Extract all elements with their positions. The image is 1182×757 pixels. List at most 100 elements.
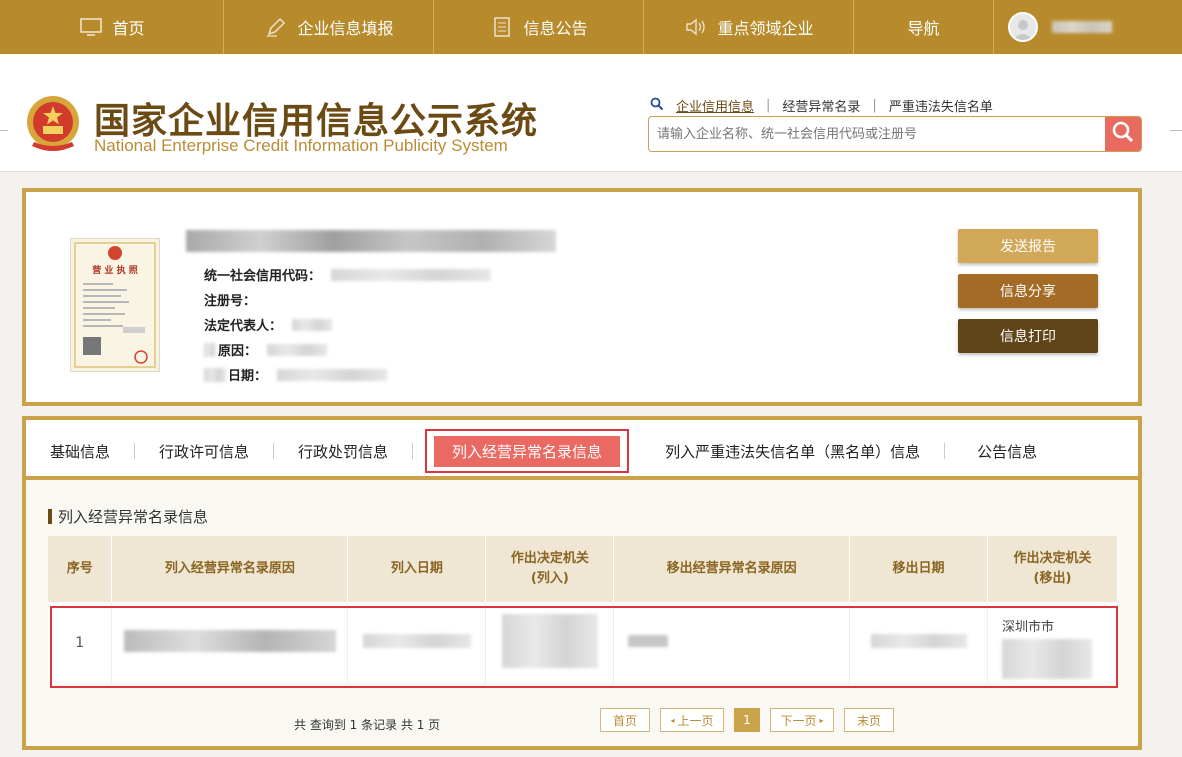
nav-label: 首页 bbox=[112, 19, 145, 38]
field-label: 法定代表人： bbox=[204, 319, 283, 334]
chevron-left-icon: ◂ bbox=[670, 715, 675, 725]
top-nav: 首页 企业信息填报 信息公告 重点领域企业 导航 bbox=[0, 0, 1182, 54]
cell-remove-reason bbox=[613, 602, 851, 684]
send-report-button[interactable]: 发送报告 bbox=[958, 229, 1098, 263]
tab-admin-penalty[interactable]: 行政处罚信息 bbox=[274, 436, 412, 466]
print-button[interactable]: 信息打印 bbox=[958, 319, 1098, 353]
cell-add-authority bbox=[485, 602, 615, 684]
title-bar bbox=[48, 509, 52, 524]
nav-user[interactable] bbox=[994, 0, 1182, 54]
search-link-credit-info[interactable]: 企业信用信息 bbox=[676, 96, 754, 115]
speaker-icon bbox=[683, 16, 709, 38]
field-label: 原因： bbox=[218, 344, 258, 359]
share-button[interactable]: 信息分享 bbox=[958, 274, 1098, 308]
next-label: 下一页 bbox=[780, 713, 817, 728]
redacted-value bbox=[204, 367, 226, 382]
company-card: 营 业 执 照 统一社会信用代码： 注册号： 法定代表人： 原因： 日期： 发送… bbox=[22, 188, 1142, 406]
tab-abnormal-list[interactable]: 列入经营异常名录信息 bbox=[425, 429, 630, 473]
prev-page-button[interactable]: ◂ 上一页 bbox=[660, 708, 724, 732]
divider bbox=[412, 443, 414, 459]
divider bbox=[0, 130, 8, 131]
tab-blacklist[interactable]: 列入严重违法失信名单（黑名单）信息 bbox=[641, 436, 944, 466]
col-add-reason: 列入经营异常名录原因 bbox=[111, 536, 349, 602]
nav-label: 重点领域企业 bbox=[717, 19, 814, 38]
field-label: 注册号： bbox=[204, 294, 257, 309]
detail-panel: 基础信息 行政许可信息 行政处罚信息 列入经营异常名录信息 列入严重违法失信名单… bbox=[22, 416, 1142, 750]
pagination-summary: 共 查询到 1 条记录 共 1 页 bbox=[294, 718, 441, 732]
company-name-redacted bbox=[186, 230, 556, 256]
pen-icon bbox=[263, 16, 289, 38]
document-icon bbox=[489, 16, 515, 38]
nav-item-key-sectors[interactable]: 重点领域企业 bbox=[644, 0, 854, 54]
nav-label: 企业信息填报 bbox=[297, 19, 394, 38]
nav-item-home[interactable]: 首页 bbox=[0, 0, 224, 54]
date-row: 日期： bbox=[204, 365, 388, 384]
tab-basic-info[interactable]: 基础信息 bbox=[26, 436, 134, 466]
business-license-image[interactable]: 营 业 执 照 bbox=[70, 238, 160, 372]
search-button[interactable] bbox=[1105, 117, 1141, 151]
legal-rep-row: 法定代表人： bbox=[204, 315, 333, 334]
tab-label: 列入经营异常名录信息 bbox=[434, 435, 621, 467]
col-remove-reason: 移出经营异常名录原因 bbox=[613, 536, 851, 602]
cell-index: 1 bbox=[48, 602, 113, 684]
pagination: 首页 ◂ 上一页 1 下一页 ▸ 末页 bbox=[600, 708, 894, 732]
first-page-button[interactable]: 首页 bbox=[600, 708, 650, 732]
site-header: 国家企业信用信息公示系统 National Enterprise Credit … bbox=[0, 54, 1182, 172]
col-add-authority: 作出决定机关 (列入) bbox=[485, 536, 615, 602]
search-box bbox=[648, 116, 1142, 152]
user-avatar-icon[interactable] bbox=[1008, 12, 1038, 42]
field-label: 日期： bbox=[228, 369, 268, 384]
col-index: 序号 bbox=[48, 536, 113, 602]
redacted-value bbox=[204, 342, 216, 357]
page-1-button[interactable]: 1 bbox=[734, 708, 760, 732]
cell-add-date bbox=[347, 602, 487, 684]
separator: | bbox=[872, 98, 877, 113]
search-link-blacklist[interactable]: 严重违法失信名单 bbox=[889, 96, 993, 115]
last-page-button[interactable]: 末页 bbox=[844, 708, 894, 732]
tab-admin-license[interactable]: 行政许可信息 bbox=[135, 436, 273, 466]
search-icon bbox=[1111, 120, 1135, 148]
cell-remove-authority: 深圳市市 bbox=[987, 602, 1119, 684]
reason-row: 原因： bbox=[204, 340, 328, 359]
col-remove-date: 移出日期 bbox=[849, 536, 988, 602]
redacted-value bbox=[292, 318, 333, 331]
tab-announcements[interactable]: 公告信息 bbox=[945, 436, 1061, 466]
authority-text: 深圳市市 bbox=[1001, 620, 1054, 635]
table-header-row: 序号 列入经营异常名录原因 列入日期 作出决定机关 (列入) 移出经营异常名录原… bbox=[48, 536, 1119, 602]
nav-label: 导航 bbox=[907, 19, 940, 38]
national-emblem-icon bbox=[24, 92, 82, 156]
redacted-value bbox=[331, 268, 492, 281]
user-name-redacted bbox=[1052, 21, 1112, 33]
section-title-text: 列入经营异常名录信息 bbox=[58, 508, 209, 526]
chevron-right-icon: ▸ bbox=[819, 715, 824, 725]
redacted-value bbox=[277, 368, 388, 381]
info-tabs: 基础信息 行政许可信息 行政处罚信息 列入经营异常名录信息 列入严重违法失信名单… bbox=[26, 426, 1138, 480]
search-input[interactable] bbox=[649, 117, 1105, 151]
search-link-abnormal-list[interactable]: 经营异常名录 bbox=[782, 96, 860, 115]
next-page-button[interactable]: 下一页 ▸ bbox=[770, 708, 834, 732]
svg-text:营 业 执 照: 营 业 执 照 bbox=[92, 264, 137, 276]
abnormal-list-table: 序号 列入经营异常名录原因 列入日期 作出决定机关 (列入) 移出经营异常名录原… bbox=[48, 536, 1119, 684]
tab-content: 列入经营异常名录信息 序号 列入经营异常名录原因 列入日期 作出决定机关 (列入… bbox=[26, 480, 1138, 746]
separator: | bbox=[766, 98, 771, 113]
nav-item-enterprise-report[interactable]: 企业信息填报 bbox=[224, 0, 434, 54]
nav-item-announcements[interactable]: 信息公告 bbox=[434, 0, 644, 54]
nav-label: 信息公告 bbox=[523, 19, 588, 38]
divider bbox=[1170, 130, 1182, 131]
cell-add-reason bbox=[111, 602, 349, 684]
cell-remove-date bbox=[849, 602, 988, 684]
search-type-links: 企业信用信息 | 经营异常名录 | 严重违法失信名单 bbox=[650, 96, 993, 115]
monitor-icon bbox=[78, 16, 104, 38]
col-add-date: 列入日期 bbox=[347, 536, 487, 602]
reg-number-row: 注册号： bbox=[204, 290, 256, 309]
field-label: 统一社会信用代码： bbox=[204, 269, 322, 284]
table-row: 1 深圳市市 bbox=[48, 602, 1119, 684]
redacted-value bbox=[267, 343, 328, 356]
credit-code-row: 统一社会信用代码： bbox=[204, 265, 492, 284]
search-icon bbox=[650, 97, 664, 115]
section-title: 列入经营异常名录信息 bbox=[48, 506, 208, 527]
nav-item-navigation[interactable]: 导航 bbox=[854, 0, 994, 54]
site-title-en: National Enterprise Credit Information P… bbox=[94, 136, 508, 155]
col-remove-authority: 作出决定机关 (移出) bbox=[987, 536, 1119, 602]
prev-label: 上一页 bbox=[677, 713, 714, 728]
